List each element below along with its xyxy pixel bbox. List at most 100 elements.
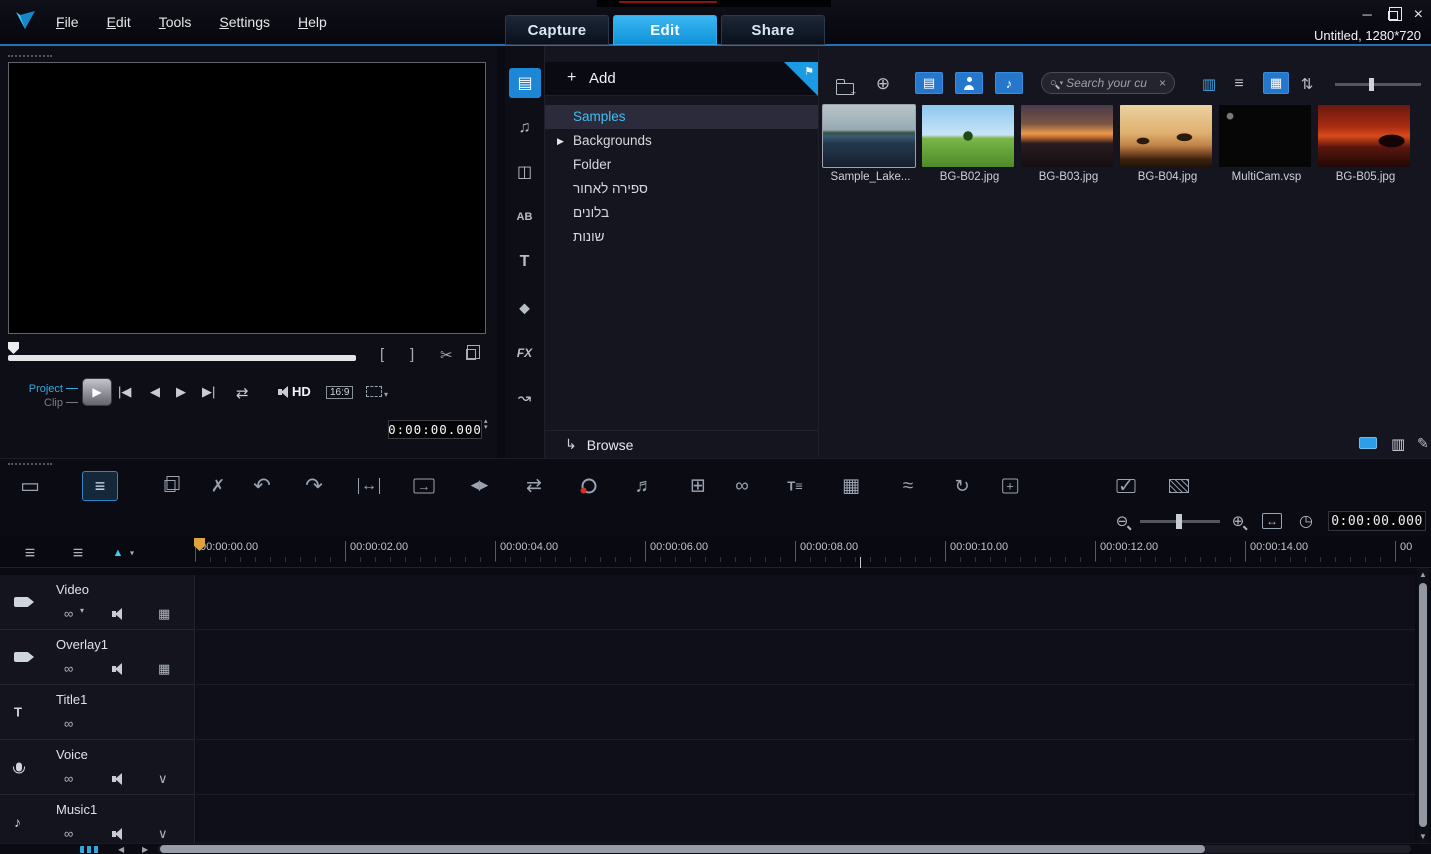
expand-arrow-icon[interactable]: ▶ xyxy=(557,129,564,153)
link-dropdown-icon[interactable]: ▾ xyxy=(80,606,84,615)
menu-tools[interactable]: Tools xyxy=(159,14,192,30)
media-thumbnail[interactable] xyxy=(1219,105,1311,167)
media-item[interactable]: BG-B05.jpg xyxy=(1318,105,1413,183)
video-track-lane[interactable] xyxy=(196,575,1415,630)
copy-icon[interactable] xyxy=(164,476,180,492)
stabilize-icon[interactable]: + xyxy=(1002,478,1018,494)
track-header-title[interactable]: T Title1 ∞ xyxy=(0,685,195,740)
system-volume-icon[interactable] xyxy=(277,386,292,398)
panel-layout-icon[interactable]: ▥ xyxy=(1391,435,1405,453)
track-header-music[interactable]: ♪ Music1 ∞ ∨ xyxy=(0,795,195,843)
trim-start-handle[interactable] xyxy=(8,342,19,354)
get-more-globe-icon[interactable]: ⊕ xyxy=(876,74,890,94)
library-item-balloons[interactable]: בלונים xyxy=(545,201,818,225)
sync-refresh-icon[interactable]: ↻ xyxy=(954,477,969,495)
library-item-countdown[interactable]: ספירה לאחור xyxy=(545,177,818,201)
fit-timeline-icon[interactable]: ↔ xyxy=(1262,513,1282,529)
color-grading-icon[interactable] xyxy=(580,478,597,494)
tab-capture[interactable]: Capture xyxy=(505,15,609,45)
timeline-timecode[interactable]: 0:00:00.000 xyxy=(1328,511,1426,531)
search-dropdown-icon[interactable]: ▾ xyxy=(1060,79,1064,87)
link-icon[interactable]: ∞ xyxy=(64,716,73,731)
scroll-down-icon[interactable]: ▼ xyxy=(1419,832,1427,841)
zoom-out-icon[interactable]: ⊖ xyxy=(1116,512,1129,530)
vertical-scroll-thumb[interactable] xyxy=(1419,583,1427,827)
marker-dropdown-icon[interactable]: ▾ xyxy=(130,549,134,558)
pan-timeline-icon[interactable] xyxy=(80,846,100,853)
mute-track-icon[interactable] xyxy=(112,663,126,675)
mark-out-icon[interactable]: ] xyxy=(410,346,414,363)
browse-button[interactable]: ↳ Browse xyxy=(545,430,818,458)
mask-pattern-icon[interactable] xyxy=(1169,479,1189,493)
restore-icon[interactable] xyxy=(1387,6,1402,21)
subtitle-editor-icon[interactable]: T≡ xyxy=(787,480,803,493)
media-thumbnail[interactable] xyxy=(1120,105,1212,167)
collapse-track-icon[interactable]: ∨ xyxy=(158,826,168,842)
tab-share[interactable]: Share xyxy=(721,15,825,45)
music-track-lane[interactable] xyxy=(196,795,1415,843)
enlarge-preview-icon[interactable] xyxy=(466,345,480,360)
edit-pencil-icon[interactable]: ✎ xyxy=(1417,435,1429,452)
close-icon[interactable]: × xyxy=(1414,7,1423,23)
add-marker-icon[interactable]: ▲ xyxy=(113,547,124,559)
link-icon[interactable]: ∞ xyxy=(64,826,73,841)
multicam-editor-icon[interactable]: ⊞ xyxy=(690,477,706,496)
menu-help[interactable]: Help xyxy=(298,14,327,30)
link-icon[interactable]: ∞ xyxy=(64,606,73,621)
split-icon[interactable]: ◀|▶ xyxy=(471,480,489,492)
collapse-track-icon[interactable]: ∨ xyxy=(158,771,168,787)
media-item[interactable]: Sample_Lake... xyxy=(822,104,918,183)
add-folder-button[interactable]: Add xyxy=(589,70,616,87)
title-category-icon[interactable]: T xyxy=(520,253,530,271)
panel-grip[interactable] xyxy=(8,463,52,465)
media-item[interactable]: BG-B03.jpg xyxy=(1021,105,1116,183)
scroll-right-icon[interactable]: ▶ xyxy=(142,845,148,854)
play-button[interactable]: ▶ xyxy=(82,378,112,406)
blend-clips-icon[interactable]: ∞ xyxy=(735,477,749,496)
link-icon[interactable]: ∞ xyxy=(64,771,73,786)
timecode-spinner[interactable]: ▴ ▾ xyxy=(484,418,488,431)
go-end-icon[interactable]: ▶| xyxy=(202,384,215,400)
sound-mixer-icon[interactable]: ♬ xyxy=(635,477,654,496)
media-thumbnail[interactable] xyxy=(922,105,1014,167)
media-item[interactable]: BG-B02.jpg xyxy=(922,105,1017,183)
horizontal-scroll-track[interactable] xyxy=(158,845,1411,853)
split-clip-icon[interactable]: ✂ xyxy=(440,346,453,364)
timeline-vertical-scrollbar[interactable]: ▲ ▼ xyxy=(1417,568,1429,843)
track-header-voice[interactable]: Voice ∞ ∨ xyxy=(0,740,195,795)
mute-track-icon[interactable] xyxy=(112,608,126,620)
overlay-category-icon[interactable]: ◆ xyxy=(519,300,530,317)
search-clear-icon[interactable]: × xyxy=(1159,76,1166,90)
filter-fx-category-icon[interactable]: FX xyxy=(517,346,532,360)
track-list-icon[interactable]: ≡ xyxy=(25,543,36,564)
track-grid-icon[interactable]: ▦ xyxy=(158,606,170,622)
panel-grip[interactable] xyxy=(8,55,52,57)
search-input[interactable] xyxy=(1066,76,1156,90)
zoom-in-icon[interactable]: ⊕ xyxy=(1232,512,1245,530)
next-frame-icon[interactable]: ▶ xyxy=(176,384,186,400)
track-header-video[interactable]: Video ∞ ▾ ▦ xyxy=(0,575,195,630)
library-item-misc[interactable]: שונות xyxy=(545,225,818,249)
timeline-ruler[interactable]: 00:00:00.00 00:00:02.00 00:00:04.00 00:0… xyxy=(194,536,1415,568)
media-item[interactable]: BG-B04.jpg xyxy=(1120,105,1215,183)
link-icon[interactable]: ∞ xyxy=(64,661,73,676)
motion-tracking-icon[interactable]: ≈ xyxy=(903,477,913,496)
clock-icon[interactable]: ◷ xyxy=(1299,511,1313,531)
horizontal-scroll-thumb[interactable] xyxy=(160,845,1205,853)
overlay-track-lane[interactable] xyxy=(196,630,1415,685)
import-media-icon[interactable] xyxy=(835,79,856,98)
audio-category-icon[interactable]: ♫ xyxy=(519,119,531,137)
timeline-zoom-slider[interactable] xyxy=(1140,514,1220,529)
tab-edit[interactable]: Edit xyxy=(613,15,717,45)
storyboard-view-icon[interactable]: ▭ xyxy=(20,476,40,497)
thumbnail-zoom-slider[interactable] xyxy=(1335,78,1421,91)
aspect-ratio-badge[interactable]: 16:9 xyxy=(326,386,354,399)
track-grid-icon[interactable]: ▦ xyxy=(158,661,170,677)
insert-clip-icon[interactable]: → xyxy=(413,478,435,494)
view-thumbnail-button[interactable]: ▦ xyxy=(1263,72,1289,94)
title-track-lane[interactable] xyxy=(196,685,1415,740)
scroll-up-icon[interactable]: ▲ xyxy=(1419,570,1427,579)
filter-videos-button[interactable]: ▤ xyxy=(915,72,943,94)
minimize-icon[interactable]: ─ xyxy=(1362,8,1371,22)
mark-in-icon[interactable]: [ xyxy=(380,346,384,363)
